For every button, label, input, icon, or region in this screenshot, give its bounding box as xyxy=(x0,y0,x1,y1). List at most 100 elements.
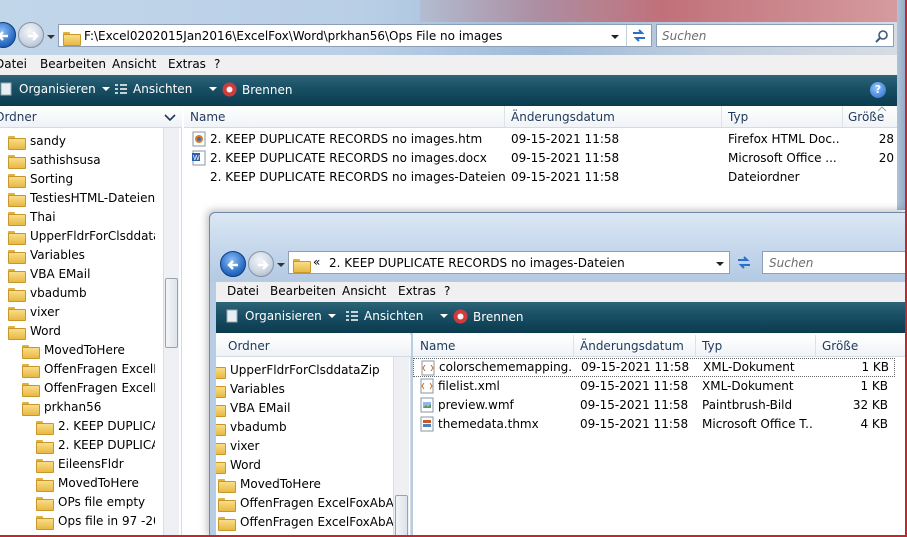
search-icon[interactable] xyxy=(875,29,889,43)
tree-item-label: vbadumb xyxy=(30,286,87,300)
tree-item[interactable]: MovedToHere xyxy=(218,475,393,494)
tree-item[interactable]: prkhan56 xyxy=(22,398,155,417)
tree-item[interactable]: vixer xyxy=(216,437,393,456)
menu-view[interactable]: Ansicht xyxy=(112,57,156,71)
menu-help[interactable]: ? xyxy=(444,284,450,298)
column-name[interactable]: Name xyxy=(190,110,225,124)
scrollbar-thumb[interactable] xyxy=(165,278,178,348)
recent-pages-dropdown[interactable] xyxy=(46,33,56,41)
tree-item[interactable]: VBA EMail xyxy=(8,265,155,284)
file-row[interactable]: W 2. KEEP DUPLICATE RECORDS no images.doc… xyxy=(184,149,897,168)
search-input[interactable]: Suchen xyxy=(662,29,706,43)
column-divider xyxy=(721,106,722,127)
address-bar[interactable]: « 2. KEEP DUPLICATE RECORDS no images-Da… xyxy=(288,251,730,274)
forward-button[interactable] xyxy=(18,22,44,48)
tree-item[interactable]: vbadumb xyxy=(8,284,155,303)
file-row[interactable]: themedata.thmx 09-15-2021 11:58 Microsoft … xyxy=(413,415,895,434)
tree-item[interactable]: UpperFldrForClsddataZip xyxy=(8,227,155,246)
file-size: 32 KB xyxy=(852,398,888,412)
menu-edit[interactable]: Bearbeiten xyxy=(270,284,336,298)
tree-item[interactable]: 2. KEEP DUPLICATE R xyxy=(36,417,155,436)
menu-tools[interactable]: Extras xyxy=(168,57,206,71)
back-button[interactable] xyxy=(220,251,246,277)
chevron-down-icon[interactable] xyxy=(164,113,176,122)
views-button[interactable]: Ansichten xyxy=(345,309,450,323)
tree-item[interactable]: OPs file empty xyxy=(36,493,155,512)
tree-item[interactable]: Variables xyxy=(8,246,155,265)
column-date-modified[interactable]: Änderungsdatum xyxy=(580,339,684,353)
address-overflow-chevron[interactable]: « xyxy=(313,255,320,269)
folder-tree: sandy sathishsusa Sorting TestiesHTML-Datei… xyxy=(0,106,163,537)
tree-item[interactable]: VBA EMail xyxy=(216,399,393,418)
organize-label: Organisieren xyxy=(245,309,322,323)
tree-item[interactable]: Ops file in 97 -2003 fo xyxy=(36,512,155,531)
search-input[interactable]: Suchen xyxy=(769,256,813,270)
search-box[interactable]: Suchen xyxy=(656,24,894,47)
file-row[interactable]: filelist.xml 09-15-2021 11:58 XML-Dokument… xyxy=(413,377,895,396)
tree-item[interactable]: OffenFragen ExcelFoxAb xyxy=(22,360,155,379)
help-button[interactable]: ? xyxy=(870,82,886,98)
tree-item[interactable]: Thai xyxy=(8,208,155,227)
file-row[interactable]: 2. KEEP DUPLICATE RECORDS no images-Date… xyxy=(184,168,897,187)
column-type[interactable]: Typ xyxy=(702,339,722,353)
arrow-right-icon xyxy=(258,260,269,270)
menu-tools[interactable]: Extras xyxy=(398,284,436,298)
organize-button[interactable]: Organisieren xyxy=(0,82,111,96)
command-bar: Organisieren Ansichten Brennen ? xyxy=(0,75,897,106)
column-type[interactable]: Typ xyxy=(728,110,748,124)
tree-item[interactable]: sathishsusa xyxy=(8,151,155,170)
menu-help[interactable]: ? xyxy=(214,57,220,71)
column-size[interactable]: Größe xyxy=(848,110,884,124)
tree-item[interactable]: MovedToHere xyxy=(22,341,155,360)
chevron-down-icon[interactable] xyxy=(715,260,725,268)
menu-file[interactable]: Datei xyxy=(227,284,259,298)
tree-item[interactable]: OffenFragen ExcelFoxAbApril xyxy=(218,513,393,532)
refresh-button[interactable] xyxy=(626,25,650,46)
refresh-button[interactable] xyxy=(732,252,756,273)
burn-button[interactable]: Brennen xyxy=(453,309,523,324)
search-box[interactable]: Suchen xyxy=(762,251,907,274)
arrow-right-icon xyxy=(28,31,39,41)
recent-pages-dropdown[interactable] xyxy=(276,261,286,269)
tree-item[interactable]: TestiesHTML-Dateien xyxy=(8,189,155,208)
tree-item-label: TestiesHTML-Dateien xyxy=(30,191,155,205)
views-button[interactable]: Ansichten xyxy=(114,82,219,96)
burn-button[interactable]: Brennen xyxy=(222,82,292,97)
file-row[interactable]: 2. KEEP DUPLICATE RECORDS no images.htm 0… xyxy=(184,130,897,149)
chevron-down-icon[interactable] xyxy=(610,33,620,41)
menu-edit[interactable]: Bearbeiten xyxy=(40,57,106,71)
file-date: 09-15-2021 11:58 xyxy=(511,170,620,184)
tree-item[interactable]: UpperFldrForClsddataZip xyxy=(216,361,393,380)
tree-item[interactable]: OffenFragen ExcelFoxAbApril xyxy=(218,494,393,513)
tree-item[interactable]: OffenFragen ExcelFoxAb xyxy=(22,379,155,398)
folder-pane-scrollbar[interactable] xyxy=(163,128,179,537)
tree-item[interactable]: vixer xyxy=(8,303,155,322)
file-row[interactable]: colorschememapping.... 09-15-2021 11:58 XM… xyxy=(413,358,895,377)
folder-pane-scrollbar[interactable] xyxy=(393,357,409,537)
menu-view[interactable]: Ansicht xyxy=(342,284,386,298)
column-name[interactable]: Name xyxy=(420,339,455,353)
tree-item[interactable]: EileensFldr xyxy=(36,455,155,474)
tree-item[interactable]: Variables xyxy=(216,380,393,399)
column-size[interactable]: Größe xyxy=(822,339,858,353)
tree-item[interactable]: MovedToHere xyxy=(36,474,155,493)
tree-item-label: MovedToHere xyxy=(58,476,139,490)
menu-file[interactable]: Datei xyxy=(0,57,27,71)
scrollbar-thumb[interactable] xyxy=(395,495,408,537)
back-button[interactable] xyxy=(0,22,16,48)
tree-item[interactable]: 2. KEEP DUPLICATE R xyxy=(36,436,155,455)
tree-item-label: vbadumb xyxy=(230,420,287,434)
views-label: Ansichten xyxy=(364,309,424,323)
tree-item[interactable]: vbadumb xyxy=(216,418,393,437)
file-row[interactable]: preview.wmf 09-15-2021 11:58 Paintbrush-Bi… xyxy=(413,396,895,415)
address-bar[interactable]: F:\Excel0202015Jan2016\ExcelFox\Word\prk… xyxy=(58,24,652,47)
file-type: Dateiordner xyxy=(728,170,800,184)
tree-item[interactable]: sandy xyxy=(8,132,155,151)
tree-item[interactable]: Sorting xyxy=(8,170,155,189)
column-date-modified[interactable]: Änderungsdatum xyxy=(511,110,615,124)
tree-item[interactable]: Word xyxy=(216,456,393,475)
organize-button[interactable]: Organisieren xyxy=(226,309,337,323)
tree-item[interactable]: Word xyxy=(8,322,155,341)
folder-icon xyxy=(22,401,40,416)
forward-button[interactable] xyxy=(248,251,274,277)
